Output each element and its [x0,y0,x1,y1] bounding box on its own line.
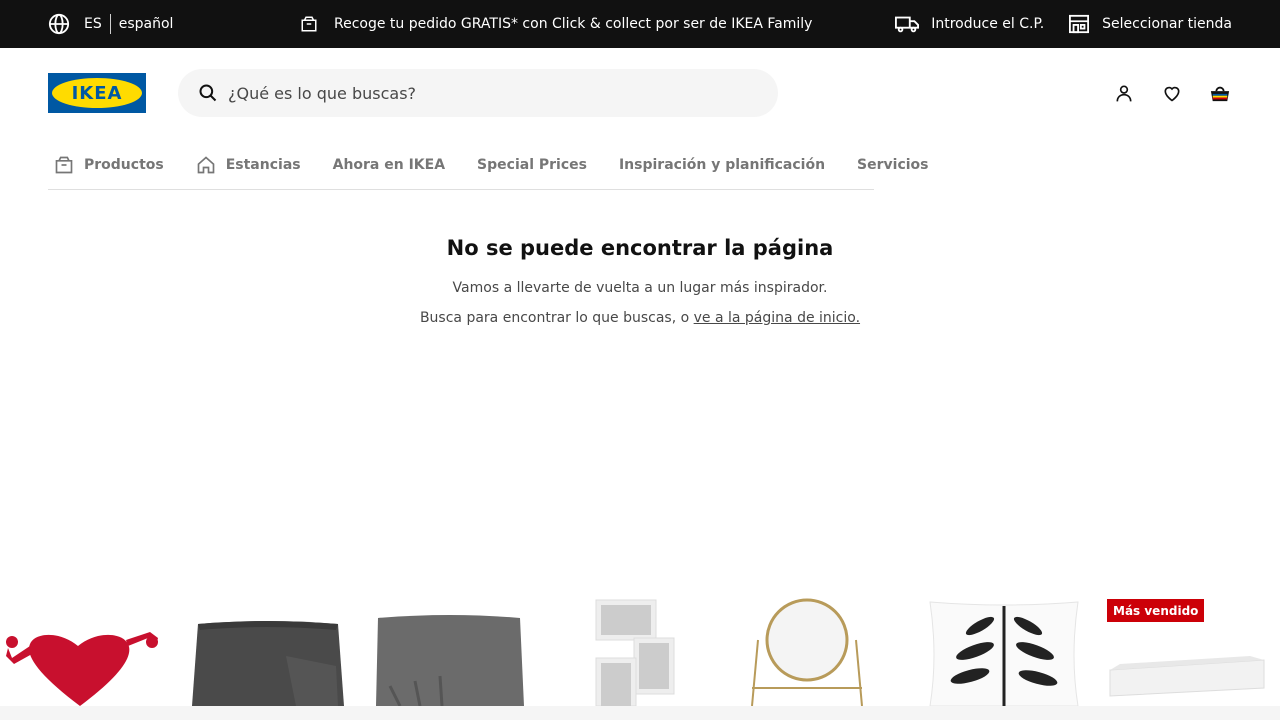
error-content: No se puede encontrar la página Vamos a … [0,236,1280,340]
nav-label: Special Prices [477,156,587,173]
store-icon [1069,14,1090,34]
bestseller-badge: Más vendido [1107,599,1205,622]
bottom-bar [0,706,1280,720]
nav-item-productos[interactable]: Productos [54,155,164,175]
nav-item-inspiracion[interactable]: Inspiración y planificación [619,157,825,173]
account-button[interactable] [1112,81,1136,105]
box-icon [55,156,73,173]
house-icon [197,155,215,173]
favorites-button[interactable] [1160,81,1184,105]
store-bag-icon [301,16,317,32]
postal-code-label: Introduce el C.P. [931,16,1045,32]
search-icon [199,84,217,102]
search-bar[interactable] [178,69,778,117]
logo-oval: IKEA [52,78,142,108]
nav-label: Productos [84,156,164,173]
product-image-throw[interactable] [370,596,540,706]
nav-item-special-prices[interactable]: Special Prices [477,157,587,173]
product-image-heart-plush[interactable] [0,596,170,706]
logo-text: IKEA [71,82,123,104]
product-image-mirror[interactable] [730,596,890,706]
ikea-logo[interactable]: IKEA [48,73,146,113]
select-store-button[interactable]: Seleccionar tienda [1068,14,1232,34]
cart-button[interactable] [1208,81,1232,105]
home-link[interactable]: ve a la página de inicio. [694,310,860,326]
top-bar: ES español Recoge tu pedido GRATIS* con … [0,0,1280,48]
product-carousel [0,596,1280,706]
nav-item-ahora[interactable]: Ahora en IKEA [333,157,445,173]
error-hint: Busca para encontrar lo que buscas, o ve… [0,310,1280,326]
select-store-label: Seleccionar tienda [1102,16,1232,32]
nav-item-estancias[interactable]: Estancias [196,155,301,175]
language-code: ES [84,16,102,32]
heart-icon [1164,86,1180,102]
user-icon [1116,85,1132,102]
promo-banner[interactable]: Recoge tu pedido GRATIS* con Click & col… [300,0,812,48]
error-message: Vamos a llevarte de vuelta a un lugar má… [452,280,828,296]
product-image-frames[interactable] [560,596,710,706]
language-name: español [118,16,174,32]
main-navigation: Productos Estancias Ahora en IKEA Specia… [48,140,929,190]
product-image-cushion[interactable] [920,596,1090,706]
language-selector[interactable]: ES español [48,0,173,48]
globe-icon [48,13,70,35]
nav-label: Servicios [857,156,929,173]
search-input[interactable] [228,83,748,103]
divider [109,14,111,34]
promo-text: Recoge tu pedido GRATIS* con Click & col… [334,16,813,32]
postal-code-button[interactable]: Introduce el C.P. [895,14,1044,34]
nav-label: Inspiración y planificación [618,156,826,173]
page-title: No se puede encontrar la página [446,236,834,260]
nav-label: Ahora en IKEA [332,156,446,173]
truck-icon [895,16,920,33]
shopping-bag-icon [1210,86,1230,102]
product-image-towel[interactable] [186,596,356,706]
hint-text: Busca para encontrar lo que buscas, o [419,310,694,326]
nav-label: Estancias [225,156,301,173]
nav-item-servicios[interactable]: Servicios [857,157,928,173]
header: IKEA [0,48,1280,140]
